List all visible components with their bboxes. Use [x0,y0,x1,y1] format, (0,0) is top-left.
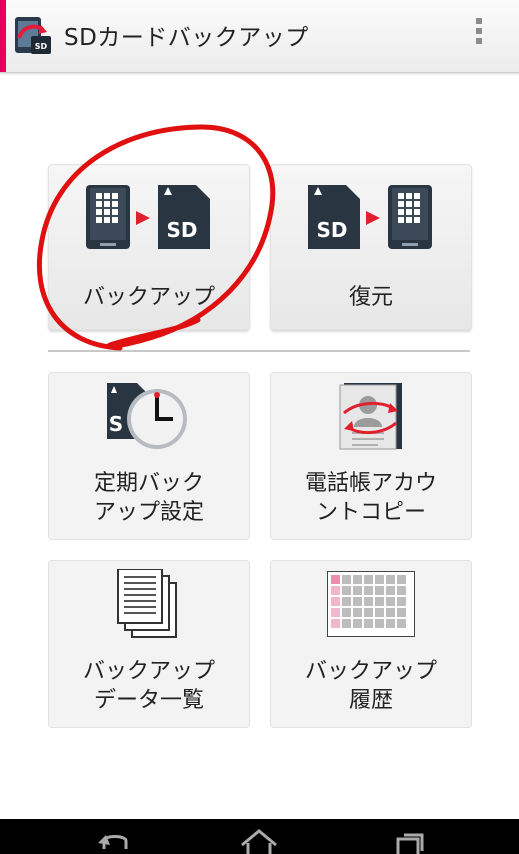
scheduled-backup-clock-icon: S [107,383,187,449]
action-bar: SD SDカードバックアップ [0,0,519,73]
svg-text:SD: SD [35,42,48,51]
divider [48,350,470,352]
backup-data-list-icon [117,569,177,638]
backup-data-list-button[interactable]: バックアップ データ一覧 [48,560,250,728]
phone-to-sd-icon: SD [86,185,210,249]
overflow-menu-icon[interactable] [470,18,488,54]
navigation-bar [0,819,519,854]
svg-text:SD: SD [166,218,197,242]
home-icon[interactable] [236,819,282,854]
scheduled-backup-button[interactable]: S 定期バック アップ設定 [48,372,250,540]
restore-button[interactable]: SD 復元 [270,164,472,330]
scheduled-backup-label: 定期バック アップ設定 [93,471,204,525]
restore-label: 復元 [348,285,393,310]
contacts-account-copy-button[interactable]: 電話帳アカウ ントコピー [270,372,472,540]
backup-history-calendar-icon [327,571,415,637]
svg-text:S: S [109,412,123,436]
accent-strip [0,0,6,72]
sd-backup-app-icon: SD [15,17,51,54]
backup-data-list-label: バックアップ データ一覧 [82,659,215,713]
recent-apps-icon[interactable] [384,819,430,854]
contacts-copy-label: 電話帳アカウ ントコピー [304,471,437,525]
backup-history-button[interactable]: バックアップ 履歴 [270,560,472,728]
sd-to-phone-icon: SD [308,185,432,249]
contacts-copy-icon [339,383,402,450]
svg-text:SD: SD [316,218,347,242]
backup-history-label: バックアップ 履歴 [304,659,437,713]
backup-label: バックアップ [82,285,215,310]
app-title: SDカードバックアップ [64,25,309,51]
backup-button[interactable]: SD バックアップ [48,164,250,330]
back-icon[interactable] [92,819,138,854]
